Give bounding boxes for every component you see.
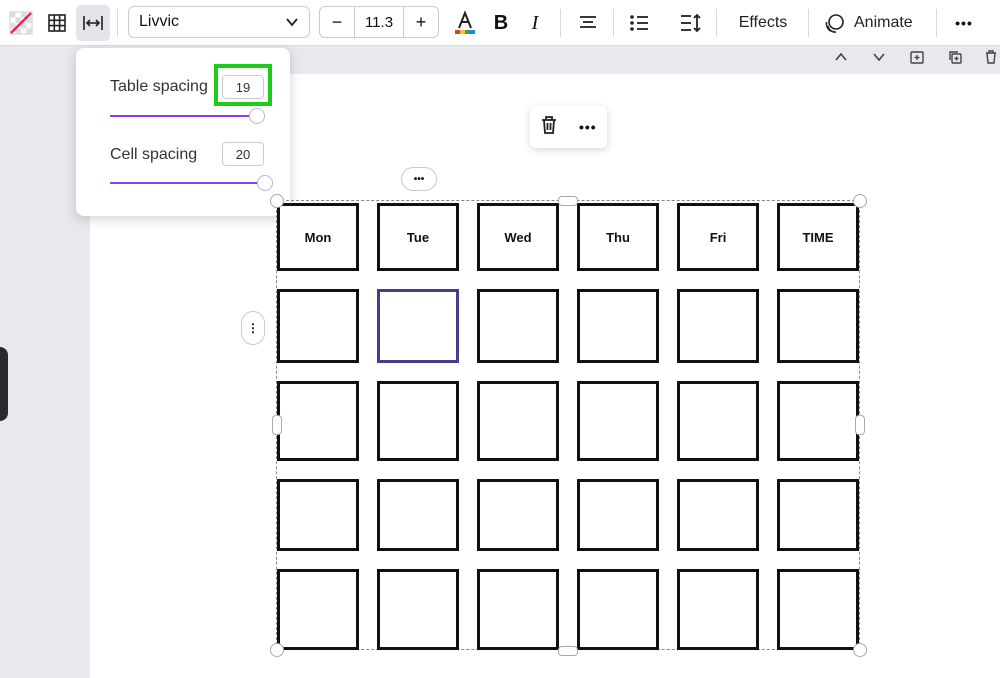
table-cell[interactable] <box>377 569 459 650</box>
table-cell[interactable] <box>677 569 759 650</box>
text-color-icon <box>455 10 475 34</box>
increase-font-size-button[interactable]: + <box>404 7 438 37</box>
cell-spacing-slider-knob[interactable] <box>257 175 273 191</box>
table-cell[interactable] <box>577 381 659 461</box>
table-spacing-highlight <box>214 64 272 106</box>
table-cell[interactable] <box>677 381 759 461</box>
decrease-font-size-button[interactable]: − <box>320 7 354 37</box>
table-spacing-label: Table spacing <box>110 78 208 95</box>
table-cell[interactable] <box>677 479 759 551</box>
toolbar-divider <box>560 9 561 37</box>
resize-handle-bottom[interactable] <box>558 646 578 656</box>
table-cell[interactable] <box>477 479 559 551</box>
table-selection-frame[interactable] <box>276 200 860 650</box>
row-menu-handle[interactable]: ⋮ <box>241 311 265 345</box>
text-color-button[interactable] <box>448 5 482 41</box>
animate-label: Animate <box>854 14 913 31</box>
chevron-down-icon <box>286 18 298 27</box>
duplicate-page-icon[interactable] <box>944 46 966 68</box>
cell-spacing-input[interactable]: 20 <box>222 142 264 166</box>
resize-handle-right[interactable] <box>855 415 865 435</box>
table-cell-selected[interactable] <box>377 289 459 363</box>
align-center-icon[interactable] <box>572 5 604 41</box>
table-cell[interactable] <box>277 289 359 363</box>
element-more-button[interactable]: ••• <box>579 119 597 135</box>
toolbar-divider <box>808 9 809 37</box>
delete-page-icon[interactable] <box>980 46 1000 68</box>
table-header-cell[interactable]: TIME <box>777 203 859 271</box>
table-cell[interactable] <box>777 289 859 363</box>
add-page-icon[interactable] <box>906 46 928 68</box>
table-spacing-slider-knob[interactable] <box>249 108 265 124</box>
resize-handle-bottom-left[interactable] <box>270 643 284 657</box>
table-grid-icon[interactable] <box>40 5 74 41</box>
table-cell[interactable] <box>577 569 659 650</box>
chevron-up-icon[interactable] <box>830 46 852 68</box>
toolbar-divider <box>117 9 118 37</box>
cell-spacing-slider[interactable] <box>110 182 266 184</box>
table-top-menu-handle[interactable]: ••• <box>401 167 437 191</box>
editor-toolbar: Livvic − 11.3 + B I Effects Animate ••• <box>0 0 1000 46</box>
spacing-icon[interactable] <box>76 5 110 41</box>
table-cell[interactable] <box>777 381 859 461</box>
transparency-icon[interactable] <box>4 5 38 41</box>
table-cell[interactable] <box>277 479 359 551</box>
table-header-cell[interactable]: Wed <box>477 203 559 271</box>
toolbar-divider <box>936 9 937 37</box>
table-cell[interactable] <box>477 569 559 650</box>
table-cell[interactable] <box>777 569 859 650</box>
list-icon[interactable] <box>622 5 656 41</box>
italic-button[interactable]: I <box>520 5 550 41</box>
animate-button[interactable]: Animate <box>824 5 920 41</box>
table-header-cell[interactable]: Thu <box>577 203 659 271</box>
resize-handle-bottom-right[interactable] <box>853 643 867 657</box>
side-panel-toggle[interactable] <box>0 347 8 421</box>
animate-icon <box>825 14 844 33</box>
table-cell[interactable] <box>777 479 859 551</box>
table-header-cell[interactable]: Mon <box>277 203 359 271</box>
line-spacing-icon[interactable] <box>674 5 708 41</box>
resize-handle-top[interactable] <box>558 196 578 206</box>
more-options-button[interactable]: ••• <box>946 5 982 41</box>
table-cell[interactable] <box>477 289 559 363</box>
table-header-cell[interactable]: Fri <box>677 203 759 271</box>
table-spacing-slider[interactable] <box>110 115 258 117</box>
font-size-stepper[interactable]: − 11.3 + <box>319 6 439 38</box>
resize-handle-left[interactable] <box>272 415 282 435</box>
font-size-value[interactable]: 11.3 <box>354 7 404 37</box>
font-family-select[interactable]: Livvic <box>128 6 310 38</box>
cell-spacing-label: Cell spacing <box>110 146 198 163</box>
table-cell[interactable] <box>377 381 459 461</box>
toolbar-divider <box>716 9 717 37</box>
table-cell[interactable] <box>377 479 459 551</box>
trash-icon[interactable] <box>540 115 558 140</box>
effects-button[interactable]: Effects <box>730 5 796 41</box>
element-floating-menu: ••• <box>530 106 607 148</box>
table-header-cell[interactable]: Tue <box>377 203 459 271</box>
spacing-popover: Table spacing 19 Cell spacing 20 <box>76 48 290 216</box>
toolbar-divider <box>613 9 614 37</box>
table-cell[interactable] <box>677 289 759 363</box>
resize-handle-top-left[interactable] <box>270 194 284 208</box>
chevron-down-icon[interactable] <box>868 46 890 68</box>
table-cell[interactable] <box>577 479 659 551</box>
resize-handle-top-right[interactable] <box>853 194 867 208</box>
table-cell[interactable] <box>277 381 359 461</box>
font-family-value: Livvic <box>139 13 180 30</box>
table-cell[interactable] <box>477 381 559 461</box>
table-cell[interactable] <box>277 569 359 650</box>
bold-button[interactable]: B <box>486 5 516 41</box>
table-cell[interactable] <box>577 289 659 363</box>
